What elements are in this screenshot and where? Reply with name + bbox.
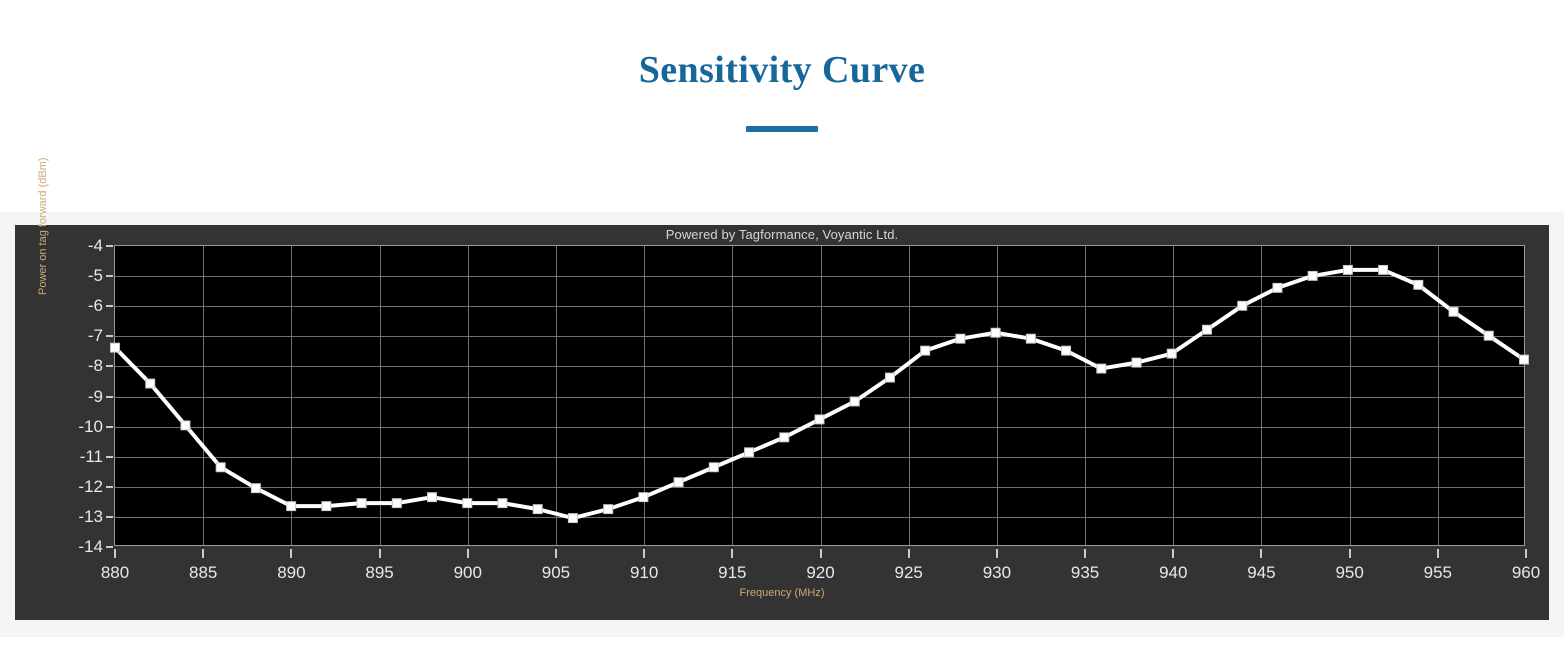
series-data-point[interactable] (920, 345, 931, 356)
x-axis-tick-label: 945 (1247, 563, 1276, 582)
series-data-point[interactable] (321, 501, 332, 512)
x-axis-tick-label: 900 (453, 563, 482, 582)
page-title: Sensitivity Curve (638, 49, 926, 91)
series-data-point[interactable] (955, 333, 966, 344)
series-data-point[interactable] (1131, 357, 1142, 368)
series-data-point[interactable] (1272, 282, 1283, 293)
heading-block: Sensitivity Curve (0, 0, 1564, 200)
x-axis-tick-label: 935 (1070, 563, 1100, 582)
x-axis-tick-mark (1525, 549, 1527, 558)
series-data-point[interactable] (1307, 270, 1318, 281)
series-data-point[interactable] (391, 498, 402, 509)
title-underline-divider (746, 126, 818, 132)
series-data-point[interactable] (462, 498, 473, 509)
series-data-point[interactable] (849, 396, 860, 407)
x-axis-title: Frequency (MHz) (15, 587, 1549, 599)
x-axis-tick-label: 940 (1159, 563, 1188, 582)
x-axis-tick-label: 905 (541, 563, 571, 582)
x-axis-tick-mark (114, 549, 116, 558)
y-axis-tick-label: -9 (87, 386, 103, 406)
x-axis-tick-label: 910 (629, 563, 659, 582)
x-axis-tick-mark (290, 549, 293, 558)
chart-watermark: Powered by Tagformance, Voyantic Ltd. (665, 227, 899, 242)
series-plot (110, 264, 1529, 524)
series-data-point[interactable] (1025, 333, 1036, 344)
x-axis-tick-mark (1260, 549, 1263, 558)
series-data-point[interactable] (250, 483, 261, 494)
x-axis-tick-mark (1172, 549, 1175, 558)
series-data-point[interactable] (1519, 354, 1529, 365)
series-data-point[interactable] (744, 447, 755, 458)
series-data-point[interactable] (532, 504, 543, 515)
x-axis-tick-label: 955 (1423, 563, 1452, 582)
x-axis-tick-mark (995, 549, 998, 558)
x-axis-tick-label: 915 (718, 563, 747, 582)
x-axis-tick-mark (1348, 549, 1351, 558)
series-data-point[interactable] (215, 462, 226, 473)
page-root: Sensitivity Curve Powered by Tagformance… (0, 0, 1564, 668)
series-data-point[interactable] (567, 513, 578, 524)
x-axis-tick-mark (643, 549, 646, 558)
x-axis-tick-mark (202, 549, 205, 558)
y-axis-tick-label: -14 (78, 537, 103, 556)
y-axis-tick-label: -4 (87, 236, 103, 255)
x-axis-tick-mark (819, 549, 822, 558)
series-data-point[interactable] (1061, 345, 1072, 356)
series-data-point[interactable] (814, 414, 825, 425)
x-axis-tick-mark (731, 549, 734, 558)
x-axis-tick-label: 925 (894, 563, 923, 582)
series-data-point[interactable] (286, 501, 297, 512)
series-line-power-on-tag-forward (113, 267, 1526, 521)
series-data-point[interactable] (779, 432, 790, 443)
sensitivity-chart-panel: Powered by Tagformance, Voyantic Ltd. Po… (15, 157, 1549, 620)
series-data-point[interactable] (708, 462, 719, 473)
series-data-point[interactable] (1378, 264, 1389, 275)
series-data-point[interactable] (1342, 264, 1353, 275)
y-axis-tick-label: -8 (87, 356, 103, 376)
series-data-point[interactable] (356, 498, 367, 509)
series-data-point[interactable] (1096, 363, 1107, 374)
x-axis-tick-mark (1436, 549, 1439, 558)
series-data-point[interactable] (884, 372, 895, 383)
x-axis-tick-label: 890 (277, 563, 306, 582)
x-axis-tick-mark (466, 549, 469, 558)
y-axis-tick-label: -11 (79, 446, 103, 466)
y-axis-tick-label: -5 (87, 266, 103, 286)
x-axis-tick-label: 885 (189, 563, 218, 582)
series-data-point[interactable] (673, 477, 684, 488)
x-axis-tick-label: 895 (365, 563, 394, 582)
plot-area: -4 -5 -6 -7 -8 -9 -10 -11 -12 -13 -14 880 885 890 895 9… (78, 236, 1540, 582)
x-axis-tick-mark (1084, 549, 1087, 558)
y-axis-title: Power on tag forward (dBm) (37, 95, 49, 295)
series-data-point[interactable] (638, 492, 649, 503)
x-axis-tick-label: 950 (1335, 563, 1364, 582)
series-data-point[interactable] (1483, 330, 1494, 341)
series-data-point[interactable] (110, 342, 120, 353)
x-axis-tick-mark (907, 549, 910, 558)
series-data-point[interactable] (427, 492, 438, 503)
y-axis-tick-label: -12 (78, 476, 103, 496)
x-axis-tick-mark (378, 549, 381, 558)
x-axis-tick-label: 930 (982, 563, 1012, 582)
x-axis-tick-label: 960 (1511, 563, 1541, 582)
series-data-point[interactable] (180, 420, 191, 431)
series-data-point[interactable] (603, 504, 614, 515)
series-data-point[interactable] (1201, 324, 1212, 335)
y-axis-tick-label: -6 (87, 296, 103, 316)
series-data-point[interactable] (497, 498, 508, 509)
series-data-point[interactable] (990, 327, 1001, 338)
x-axis-title-label: Frequency (MHz) (739, 587, 825, 599)
series-data-point[interactable] (145, 378, 156, 389)
plot-inner: -4 -5 -6 -7 -8 -9 -10 -11 -12 -13 -14 880 885 890 895 9… (78, 236, 1540, 582)
series-data-point[interactable] (1448, 306, 1459, 317)
y-axis-tick-label: -10 (78, 416, 103, 436)
x-axis-tick-mark (554, 549, 557, 558)
y-axis-tick-label: -13 (78, 506, 103, 526)
x-axis-tick-label: 880 (100, 563, 130, 582)
y-axis-tick-label: -7 (87, 326, 103, 346)
series-data-point[interactable] (1237, 300, 1248, 311)
series-data-point[interactable] (1413, 279, 1424, 290)
series-data-point[interactable] (1166, 348, 1177, 359)
x-axis-tick-label: 920 (806, 563, 835, 582)
